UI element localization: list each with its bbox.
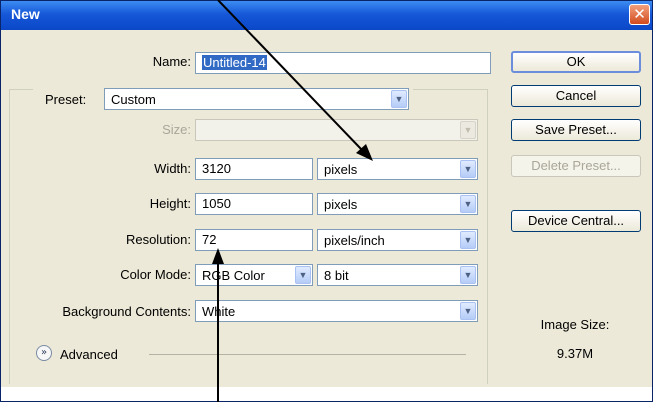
annotation-arrows bbox=[212, 0, 373, 402]
annotation-arrow-to-width-unit bbox=[217, 0, 363, 151]
annotation-arrowhead-resolution bbox=[212, 248, 224, 264]
